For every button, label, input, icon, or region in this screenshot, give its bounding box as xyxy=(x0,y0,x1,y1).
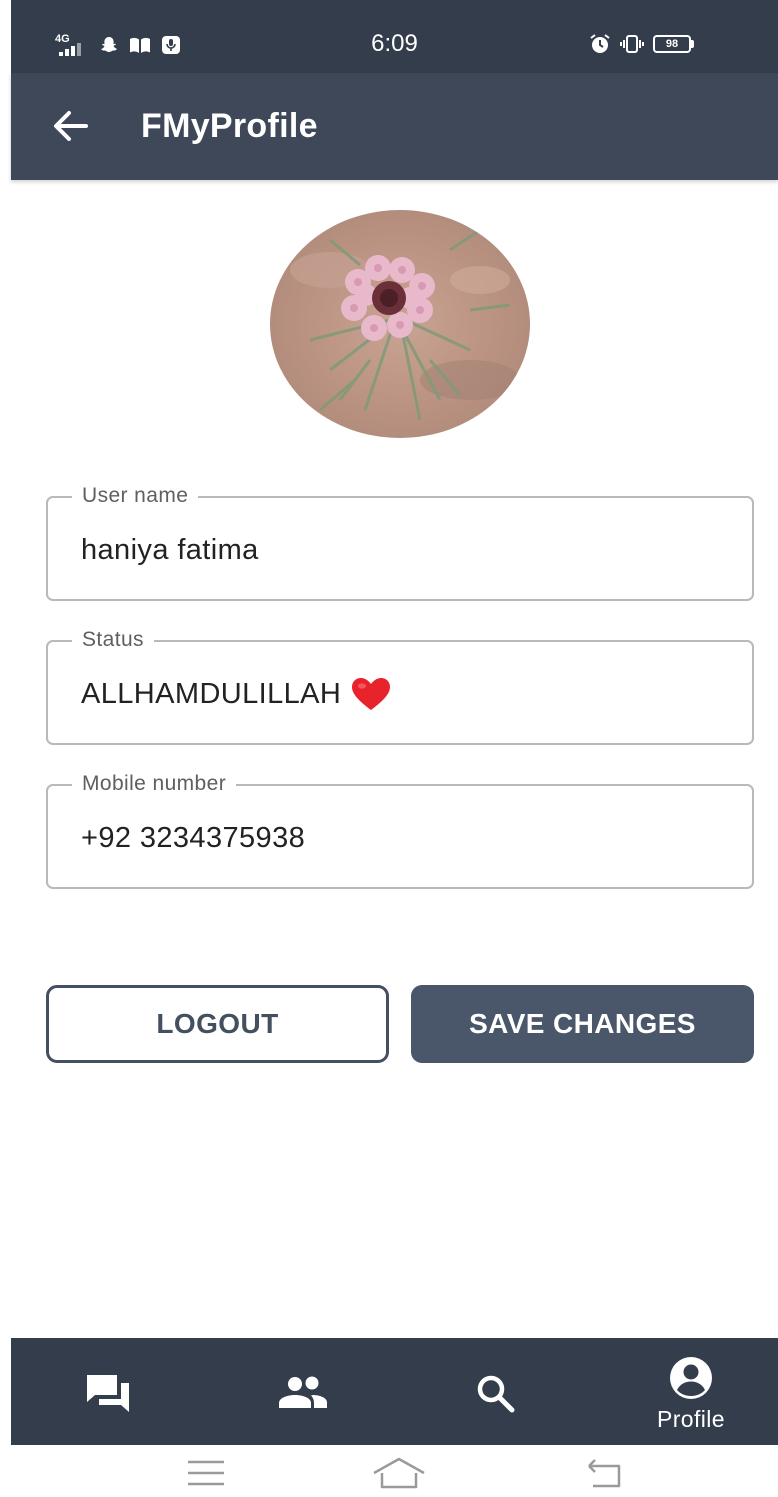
status-label: Status xyxy=(72,628,154,652)
flower-photo xyxy=(270,210,530,438)
save-changes-button[interactable]: SAVE CHANGES xyxy=(411,985,754,1063)
username-field: User name xyxy=(46,484,754,601)
vibrate-icon xyxy=(620,35,644,53)
menu-icon xyxy=(188,1460,224,1486)
battery-icon: 98 xyxy=(653,35,694,53)
chats-icon xyxy=(87,1375,129,1412)
profile-avatar[interactable] xyxy=(270,210,530,438)
alarm-icon xyxy=(590,34,610,53)
mobile-field: Mobile number xyxy=(46,772,754,889)
nav-item-contacts[interactable] xyxy=(243,1338,363,1445)
status-right-icons: 98 xyxy=(589,33,694,55)
screen: 4G 6:09 98 FMyProfile User name haniya f… xyxy=(11,0,778,1497)
app-bar: FMyProfile xyxy=(11,73,778,180)
people-icon xyxy=(279,1376,327,1408)
status-bar: 4G 6:09 98 xyxy=(11,0,778,73)
status-input[interactable]: ALLHAMDULILLAH xyxy=(81,674,391,714)
arrow-back-icon xyxy=(54,111,88,141)
page-title: FMyProfile xyxy=(141,107,318,145)
nav-item-search[interactable] xyxy=(436,1338,556,1445)
back-nav-button[interactable] xyxy=(573,1453,633,1493)
username-label: User name xyxy=(72,484,199,508)
nav-label-profile: Profile xyxy=(657,1406,725,1432)
account-circle-icon xyxy=(670,1357,712,1399)
bottom-nav: Profile xyxy=(11,1338,778,1445)
home-button[interactable] xyxy=(369,1453,429,1493)
nav-item-profile[interactable]: Profile xyxy=(631,1338,751,1445)
username-input[interactable] xyxy=(81,530,721,570)
search-icon xyxy=(477,1375,515,1413)
logout-button[interactable]: LOGOUT xyxy=(46,985,389,1063)
status-text: ALLHAMDULILLAH xyxy=(81,677,342,710)
mobile-input[interactable] xyxy=(81,818,721,858)
mobile-label: Mobile number xyxy=(72,772,237,796)
status-field: Status ALLHAMDULILLAH xyxy=(46,628,754,745)
system-nav-bar xyxy=(11,1445,778,1497)
heart-emoji xyxy=(352,678,391,710)
battery-level: 98 xyxy=(653,35,691,53)
back-button[interactable] xyxy=(49,105,91,147)
home-icon xyxy=(373,1457,425,1489)
nav-item-chats[interactable] xyxy=(49,1338,169,1445)
back-nav-icon xyxy=(588,1459,621,1488)
recents-button[interactable] xyxy=(176,1453,236,1493)
